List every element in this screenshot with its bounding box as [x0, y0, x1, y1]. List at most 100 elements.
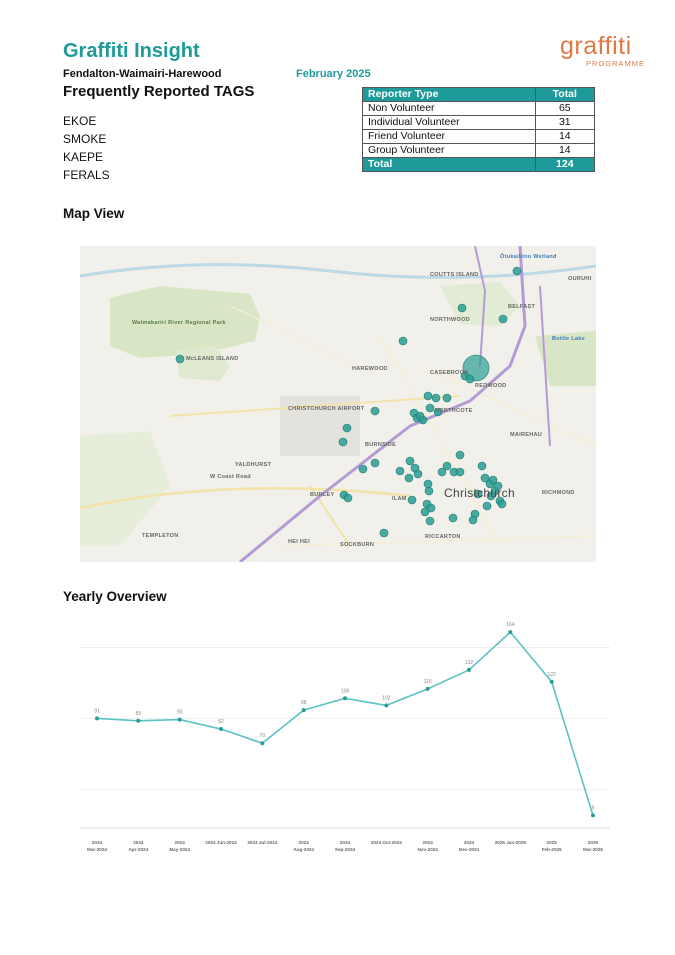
chart-data-label: 90 — [177, 710, 183, 716]
chart-tick-label: 2024 Jul-2024 — [247, 840, 277, 845]
chart-tick-label: 2025 Jan-2025 — [495, 840, 527, 845]
tag-item: SMOKE — [63, 132, 107, 146]
map-label: COUTTS ISLAND — [430, 272, 479, 278]
map-marker — [465, 374, 475, 384]
tag-item: KAEPE — [63, 150, 104, 164]
map-label: W Coast Road — [210, 474, 251, 480]
logo-subtitle: PROGRAMME — [586, 59, 646, 68]
chart-tick-label: 2024 Apr-2024 — [128, 840, 148, 852]
map-marker — [498, 314, 508, 324]
chart-data-label: 70 — [260, 733, 266, 739]
chart-canvas: 91 89 90 82 70 98 108 102 116 132 164 122 9 2024 Mar-2… — [80, 622, 610, 852]
map-label: HAREWOOD — [352, 366, 388, 372]
map-marker — [482, 501, 492, 511]
reporter-type-cell: Group Volunteer — [362, 143, 536, 158]
map-label: REDWOOD — [475, 383, 507, 389]
map-marker — [415, 411, 425, 421]
chart-point — [219, 727, 223, 732]
logo-wordmark: graffiti — [560, 32, 632, 60]
reporter-type-cell: Non Volunteer — [362, 101, 536, 116]
map-label: MAIREHAU — [510, 432, 543, 438]
programme-logo: graffiti PROGRAMME — [560, 33, 650, 68]
map-marker — [407, 495, 417, 505]
total-label: Total — [362, 157, 536, 172]
map-view[interactable]: Ōtukaikino Wetland COUTTS ISLAND OURUHI … — [80, 246, 596, 562]
map-label: TEMPLETON — [142, 533, 179, 539]
chart-series-line — [96, 630, 594, 816]
map-marker — [455, 450, 465, 460]
reporter-total-cell: 14 — [534, 129, 596, 144]
map-marker — [343, 493, 353, 503]
map-marker — [413, 469, 423, 479]
chart-data-label: 132 — [465, 660, 474, 666]
chart-tick-label: 2024 Aug-2024 — [293, 840, 314, 852]
tag-item: EKOE — [63, 114, 97, 128]
map-label: Bottle Lake — [552, 336, 585, 342]
map-marker — [370, 406, 380, 416]
chart-point — [508, 630, 513, 635]
map-marker — [425, 403, 435, 413]
chart-point — [95, 716, 99, 721]
chart-tick-label: 2024 Oct-2024 — [371, 840, 402, 845]
map-marker — [404, 473, 414, 483]
map-marker — [342, 423, 352, 433]
map-label: BELFAST — [508, 304, 536, 310]
chart-data-label: 89 — [136, 711, 142, 717]
map-marker — [437, 467, 447, 477]
tags-list: EKOE SMOKE KAEPE FERALS — [63, 112, 110, 184]
tag-item: FERALS — [63, 168, 110, 182]
map-label: CASEBROOK — [430, 370, 469, 376]
map-park-area — [175, 346, 230, 381]
chart-tick-label: 2024 Dec-2024 — [459, 840, 480, 852]
map-label: HEI HEI — [288, 539, 310, 545]
map-label: RICCARTON — [425, 534, 461, 540]
chart-tick-label: 2025 Feb-2025 — [542, 840, 562, 852]
chart-point — [549, 679, 554, 684]
chart-data-label: 9 — [592, 805, 595, 811]
chart-tick-label: 2024 Nov-2024 — [417, 840, 438, 852]
chart-point — [591, 813, 595, 818]
page-title: Graffiti Insight — [63, 40, 200, 62]
map-marker — [379, 528, 389, 538]
report-month: February 2025 — [296, 68, 371, 80]
reporter-type-cell: Individual Volunteer — [362, 115, 536, 130]
column-header-type: Reporter Type — [362, 87, 536, 102]
reporter-total-cell: 65 — [534, 101, 596, 116]
map-marker — [455, 467, 465, 477]
reporter-total-cell: 14 — [534, 143, 596, 158]
table-header-row: Reporter Type Total — [362, 87, 596, 102]
map-marker — [448, 513, 458, 523]
table-total-row: Total 124 — [362, 157, 596, 172]
map-label: CHRISTCHURCH AIRPORT — [288, 406, 365, 412]
map-marker — [423, 391, 433, 401]
map-marker — [457, 303, 467, 313]
chart-point — [177, 717, 182, 722]
area-name: Fendalton-Waimairi-Harewood — [63, 68, 222, 80]
map-marker — [512, 266, 522, 276]
map-marker — [338, 437, 348, 447]
chart-data-label: 122 — [547, 672, 556, 678]
map-label: ILAM — [392, 496, 407, 502]
map-marker — [431, 393, 441, 403]
map-label: McLEANS ISLAND — [186, 356, 239, 362]
column-header-total: Total — [534, 87, 596, 102]
map-marker — [395, 466, 405, 476]
map-marker — [424, 486, 434, 496]
map-marker — [497, 499, 507, 509]
map-label: BURLEY — [310, 492, 335, 498]
chart-data-label: 98 — [301, 700, 307, 706]
chart-data-label: 91 — [94, 708, 100, 714]
yearly-heading: Yearly Overview — [63, 589, 167, 604]
map-canvas — [80, 246, 596, 562]
chart-point — [384, 703, 389, 708]
map-label: BURNSIDE — [365, 442, 397, 448]
map-label: Ōtukaikino Wetland — [500, 254, 557, 260]
map-label: NORTHWOOD — [430, 317, 470, 323]
reporter-type-cell: Friend Volunteer — [362, 129, 536, 144]
chart-tick-label: 2024 Jun-2024 — [205, 840, 237, 845]
chart-data-label: 102 — [382, 695, 391, 701]
reporter-total-cell: 31 — [534, 115, 596, 130]
map-marker — [425, 516, 435, 526]
map-marker — [442, 393, 452, 403]
chart-data-label: 108 — [341, 688, 350, 694]
